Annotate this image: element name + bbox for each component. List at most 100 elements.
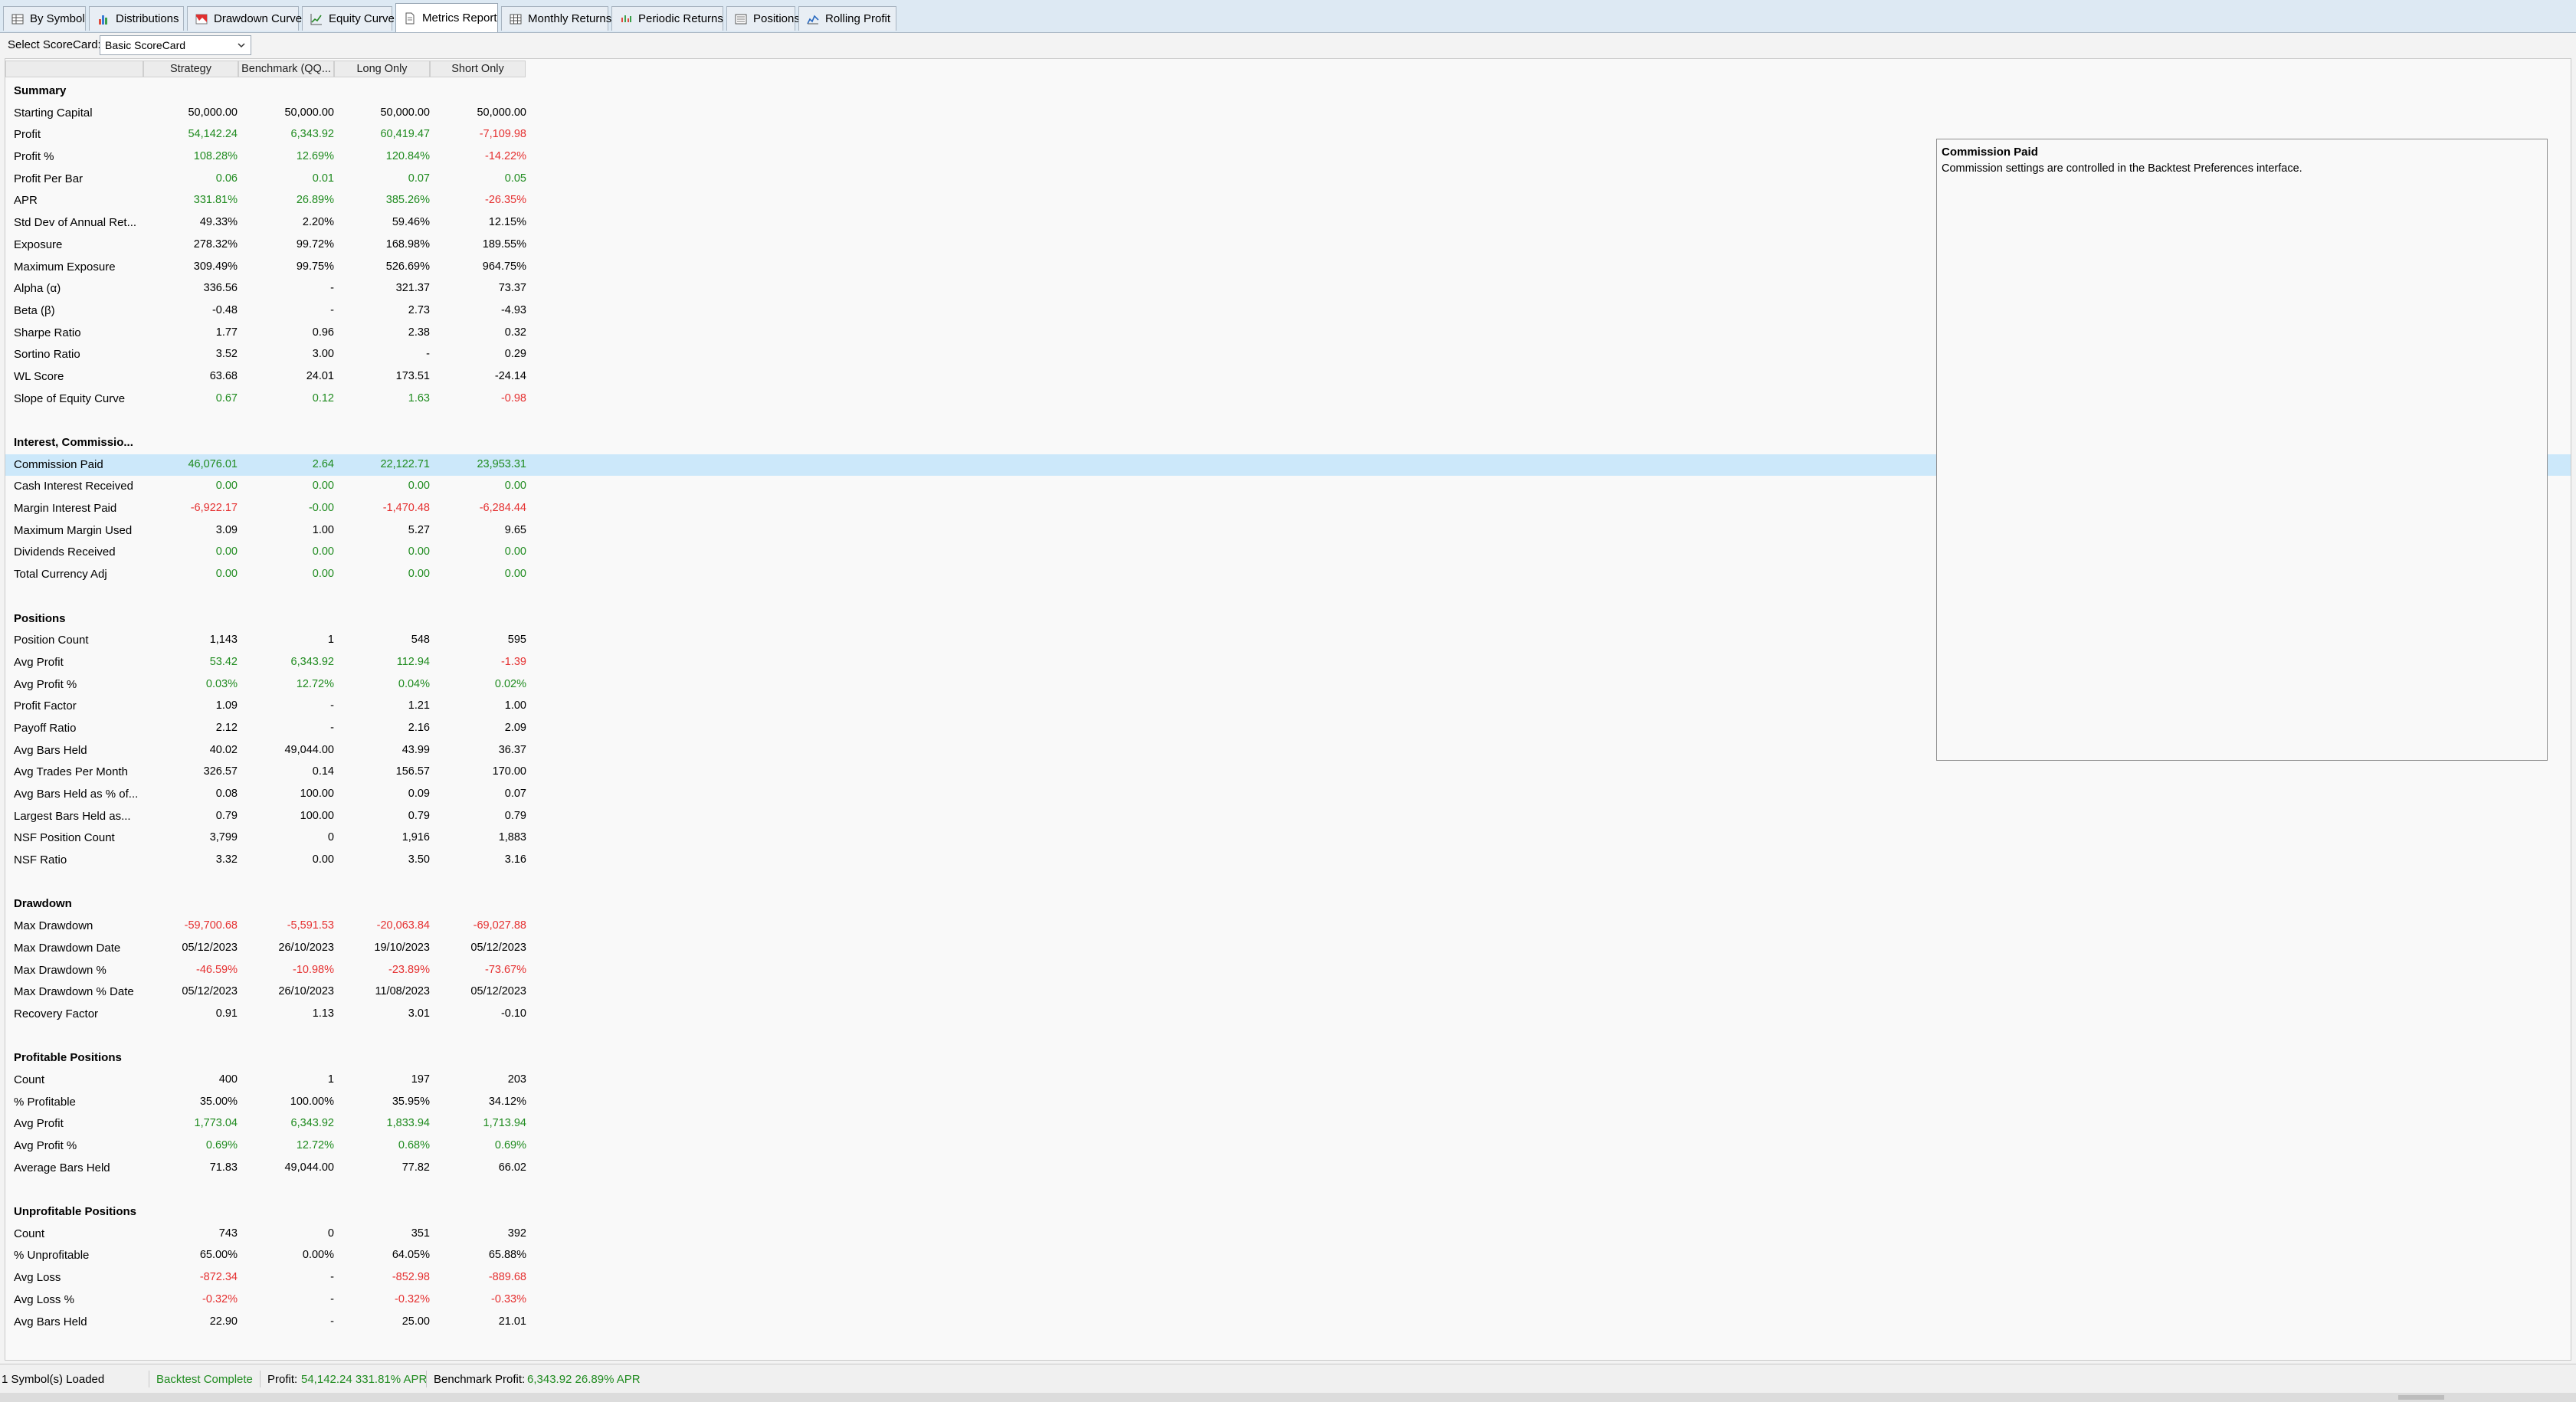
metric-value: 2.64	[312, 457, 334, 470]
spacer-row	[5, 872, 2571, 894]
metric-value: 64.05%	[392, 1249, 430, 1262]
metric-value: 1.09	[215, 699, 238, 712]
metric-value: 77.82	[401, 1161, 430, 1174]
metric-value: 108.28%	[193, 150, 238, 163]
metric-value: 50,000.00	[477, 106, 526, 119]
metric-value: 2.38	[408, 326, 430, 339]
metric-value: 392	[507, 1227, 526, 1240]
section-title: Summary	[14, 84, 67, 97]
table-row[interactable]: Starting Capital 50,000.00 50,000.00 50,000…	[5, 103, 2571, 125]
column-header-short-only[interactable]: Short Only	[430, 61, 526, 77]
column-header-blank[interactable]	[5, 61, 143, 77]
metric-value: 0.29	[504, 348, 526, 361]
metric-value: 3.00	[312, 348, 334, 361]
metric-value: 12.72%	[296, 1139, 334, 1151]
column-header-strategy[interactable]: Strategy	[143, 61, 238, 77]
table-row[interactable]: % Unprofitable 65.00% 0.00% 64.05% 65.88%	[5, 1245, 2571, 1267]
metric-value: -46.59%	[195, 963, 238, 976]
metric-value: -889.68	[488, 1271, 526, 1284]
info-pane: Commission Paid Commission settings are …	[1936, 139, 2548, 761]
metric-value: -59,700.68	[184, 919, 238, 932]
scrollbar-thumb[interactable]	[2398, 1395, 2444, 1400]
table-row[interactable]: Max Drawdown Date 05/12/2023 26/10/2023 19/…	[5, 938, 2571, 960]
metric-value: -0.33%	[491, 1292, 526, 1305]
status-divider	[260, 1371, 261, 1387]
table-row[interactable]: NSF Position Count 3,799 0 1,916 1,883	[5, 827, 2571, 850]
metric-value: -0.32%	[202, 1292, 238, 1305]
metric-value: 0.12	[312, 391, 334, 405]
column-header-benchmark[interactable]: Benchmark (QQ...	[238, 61, 334, 77]
table-row[interactable]: Max Drawdown % Date 05/12/2023 26/10/2023 1…	[5, 981, 2571, 1004]
tab-rolling-profit[interactable]: Rolling Profit	[798, 6, 896, 31]
table-row[interactable]: Avg Bars Held 22.90 - 25.00 21.01	[5, 1312, 2571, 1334]
tab-drawdown-curve[interactable]: Drawdown Curve	[187, 6, 303, 31]
section-title: Profitable Positions	[14, 1051, 122, 1065]
metric-label: Position Count	[14, 634, 89, 647]
metric-value: 3.01	[408, 1007, 430, 1020]
metric-value: 1	[327, 634, 334, 647]
metric-label: Largest Bars Held as...	[14, 809, 131, 823]
metric-value: 0.91	[215, 1007, 238, 1020]
table-row[interactable]: Avg Loss % -0.32% - -0.32% -0.33%	[5, 1289, 2571, 1312]
column-header-long-only[interactable]: Long Only	[334, 61, 430, 77]
metric-value: 0.14	[312, 765, 334, 778]
metric-value: 3.16	[504, 853, 526, 866]
metric-label: Dividends Received	[14, 545, 116, 559]
metric-value: 1,916	[401, 831, 430, 844]
metric-value: 43.99	[401, 743, 430, 756]
table-row[interactable]: Max Drawdown -59,700.68 -5,591.53 -20,063.8…	[5, 916, 2571, 938]
tab-monthly-returns[interactable]: Monthly Returns	[501, 6, 611, 31]
horizontal-scrollbar[interactable]	[0, 1393, 2576, 1402]
table-row[interactable]: Avg Profit 1,773.04 6,343.92 1,833.94 1,713.…	[5, 1113, 2571, 1135]
table-row[interactable]: Recovery Factor 0.91 1.13 3.01 -0.10	[5, 1004, 2571, 1026]
metric-value: 49,044.00	[284, 743, 334, 756]
metric-value: -	[330, 1292, 334, 1305]
metric-value: -0.48	[211, 303, 238, 316]
metric-value: 0.07	[504, 788, 526, 800]
metric-value: -20,063.84	[376, 919, 430, 932]
metric-label: Profit Per Bar	[14, 172, 84, 185]
tab-label: Drawdown Curve	[214, 12, 303, 25]
section-header[interactable]: Summary	[5, 80, 2571, 103]
tab-periodic-returns[interactable]: Periodic Returns	[611, 6, 723, 31]
metric-value: 5.27	[408, 523, 430, 536]
tab-distributions[interactable]: Distributions	[89, 6, 184, 31]
tab-positions[interactable]: Positions	[726, 6, 800, 31]
metric-value: -852.98	[392, 1271, 430, 1284]
metric-value: -0.00	[308, 502, 334, 515]
table-row[interactable]: Largest Bars Held as... 0.79 100.00 0.79 0.7…	[5, 806, 2571, 828]
tab-bar: By Symbol Distributions Drawdown Curve E…	[0, 0, 2576, 33]
metric-value: 6,343.92	[290, 655, 334, 668]
table-row[interactable]: % Profitable 35.00% 100.00% 35.95% 34.12%	[5, 1092, 2571, 1114]
metric-value: 0.69%	[494, 1139, 526, 1151]
metric-value: 1.77	[215, 326, 238, 339]
section-header[interactable]: Unprofitable Positions	[5, 1201, 2571, 1223]
table-row[interactable]: Count 743 0 351 392	[5, 1223, 2571, 1246]
table-row[interactable]: Avg Profit % 0.69% 12.72% 0.68% 0.69%	[5, 1135, 2571, 1158]
metric-value: -	[330, 699, 334, 712]
metric-value: 203	[507, 1073, 526, 1086]
metric-value: 0.00%	[302, 1249, 334, 1262]
metric-value: 0.00	[312, 568, 334, 581]
table-row[interactable]: Count 400 1 197 203	[5, 1070, 2571, 1092]
table-row[interactable]: Avg Bars Held as % of... 0.08 100.00 0.09 0.…	[5, 784, 2571, 806]
tab-metrics-report[interactable]: Metrics Report	[395, 3, 498, 32]
table-row[interactable]: NSF Ratio 3.32 0.00 3.50 3.16	[5, 850, 2571, 872]
rolling-icon	[807, 13, 819, 25]
section-header[interactable]: Drawdown	[5, 893, 2571, 916]
table-row[interactable]: Max Drawdown % -46.59% -10.98% -23.89% -73.6…	[5, 960, 2571, 982]
table-row[interactable]: Avg Loss -872.34 - -852.98 -889.68	[5, 1267, 2571, 1289]
tab-by-symbol[interactable]: By Symbol	[3, 6, 86, 31]
metric-value: 25.00	[401, 1315, 430, 1328]
table-row[interactable]: Avg Trades Per Month 326.57 0.14 156.57 170.…	[5, 762, 2571, 784]
metric-value: 26.89%	[296, 194, 334, 207]
tab-equity-curve[interactable]: Equity Curve	[302, 6, 395, 31]
metric-value: 1,883	[498, 831, 526, 844]
metric-label: Maximum Margin Used	[14, 523, 133, 537]
metric-label: Avg Profit %	[14, 677, 77, 691]
section-header[interactable]: Profitable Positions	[5, 1047, 2571, 1070]
metric-label: Avg Trades Per Month	[14, 765, 128, 779]
scorecard-select[interactable]: Basic ScoreCard	[100, 35, 251, 55]
table-row[interactable]: Average Bars Held 71.83 49,044.00 77.82 66.0…	[5, 1158, 2571, 1180]
metric-value: 6,343.92	[290, 128, 334, 141]
